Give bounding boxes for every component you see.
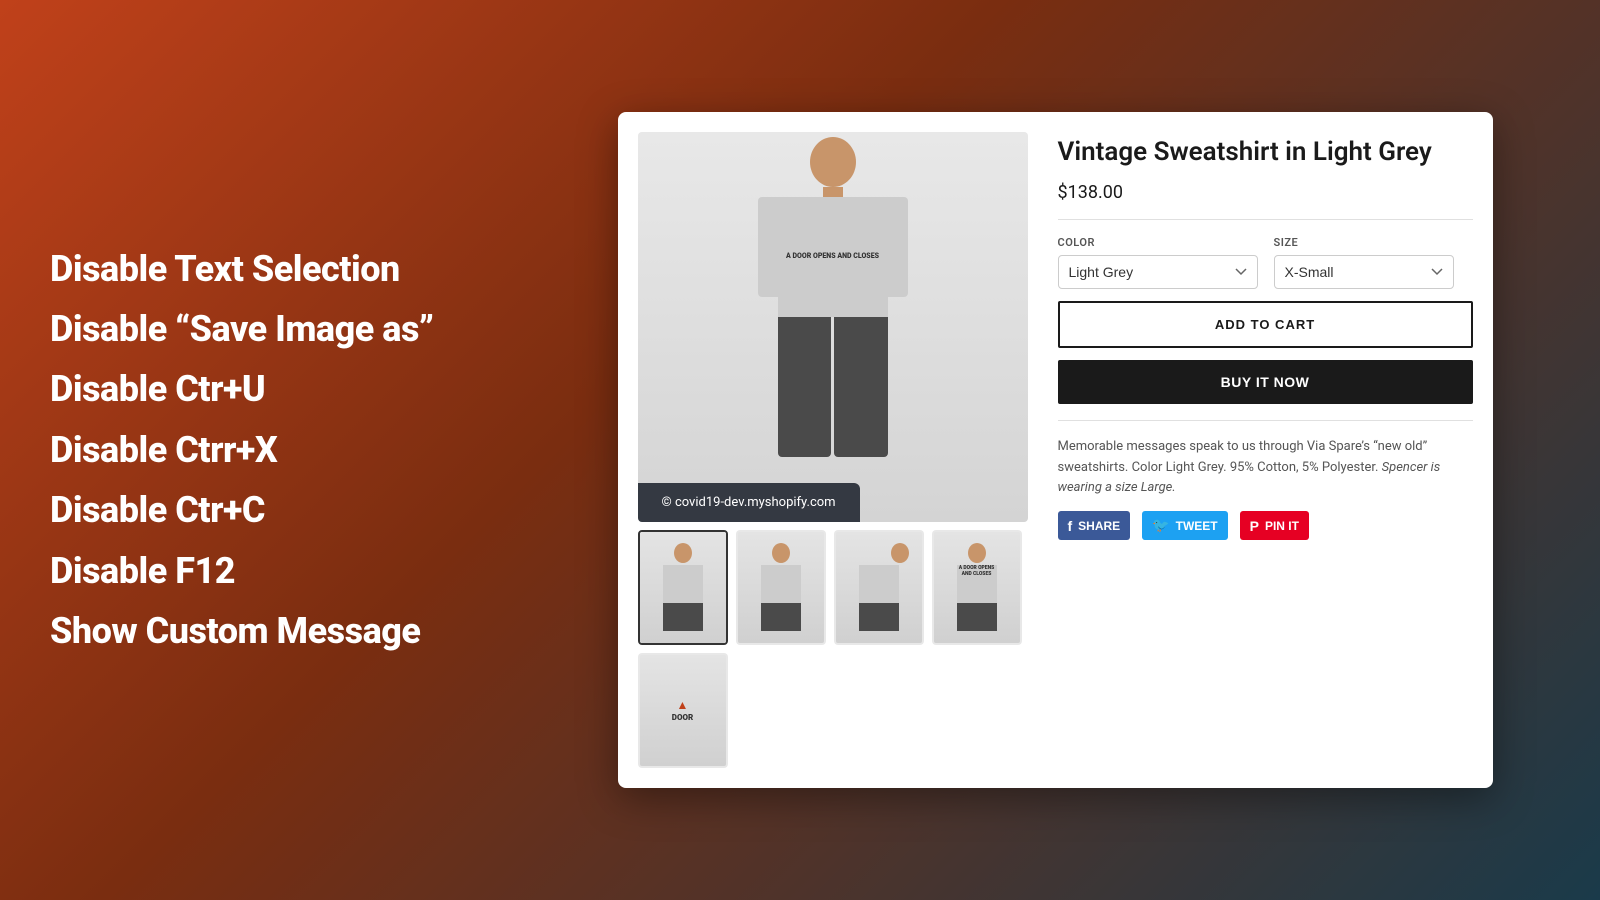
product-info-col: Vintage Sweatshirt in Light Grey $138.00… (1058, 132, 1473, 768)
thumb-fig-4: A DOOR OPENS AND CLOSES (947, 543, 1007, 633)
social-share: f SHARE 🐦 TWEET P PIN IT (1058, 511, 1473, 540)
share-facebook-button[interactable]: f SHARE (1058, 511, 1131, 540)
twitter-icon: 🐦 (1152, 517, 1169, 534)
figure-pants (778, 317, 888, 457)
product-page: A DOOR OPENS AND CLOSES (618, 112, 1493, 788)
feature-item: Disable Text Selection (50, 244, 470, 294)
add-to-cart-button[interactable]: ADD TO CART (1058, 301, 1473, 348)
color-label: COLOR (1058, 236, 1258, 249)
th-pants-2 (761, 603, 801, 631)
th-text-4: A DOOR OPENS AND CLOSES (957, 565, 997, 577)
share-pinterest-label: PIN IT (1265, 519, 1299, 533)
thumb-3-inner (836, 532, 922, 643)
th-body-1 (663, 565, 703, 603)
color-option-group: COLOR Light GreyDark GreyNavyBlack (1058, 236, 1258, 289)
facebook-icon: f (1068, 518, 1073, 534)
th-pants-1 (663, 603, 703, 631)
product-description: Memorable messages speak to us through V… (1058, 437, 1473, 499)
thumb-fig-1 (653, 543, 713, 633)
options-row: COLOR Light GreyDark GreyNavyBlack SIZE … (1058, 236, 1473, 289)
shirt-text: A DOOR OPENS AND CLOSES (786, 252, 879, 262)
size-select[interactable]: X-SmallSmallMediumLargeX-Large (1274, 255, 1454, 289)
figure-pant-left (778, 317, 832, 457)
share-facebook-label: SHARE (1078, 519, 1120, 533)
figure-neck (823, 187, 843, 197)
thumbnail-3[interactable] (834, 530, 924, 645)
feature-item: Disable “Save Image as” (50, 304, 470, 354)
right-panel: A DOOR OPENS AND CLOSES (520, 0, 1600, 900)
th-body-3 (859, 565, 899, 603)
figure-head (810, 137, 856, 187)
thumb-1-inner (640, 532, 726, 643)
feature-item: Disable Ctr+C (50, 485, 470, 535)
size-label: SIZE (1274, 236, 1454, 249)
product-images-col: A DOOR OPENS AND CLOSES (638, 132, 1028, 768)
thumbnail-2[interactable] (736, 530, 826, 645)
thumb-5-inner: ▲DOOR (640, 655, 726, 766)
share-twitter-label: TWEET (1176, 519, 1218, 533)
product-figure: A DOOR OPENS AND CLOSES (743, 137, 923, 517)
th-head-2 (772, 543, 790, 563)
thumbnail-4[interactable]: A DOOR OPENS AND CLOSES (932, 530, 1022, 645)
product-title: Vintage Sweatshirt in Light Grey (1058, 136, 1473, 170)
thumbnail-1[interactable] (638, 530, 728, 645)
th-pants-4 (957, 603, 997, 631)
th-body-4: A DOOR OPENS AND CLOSES (957, 565, 997, 603)
thumb-text-5: ▲DOOR (672, 698, 693, 724)
thumbnail-row-2: ▲DOOR (638, 653, 1028, 768)
th-body-2 (761, 565, 801, 603)
thumb-fig-2 (751, 543, 811, 633)
color-select[interactable]: Light GreyDark GreyNavyBlack (1058, 255, 1258, 289)
copyright-text: © covid19-dev.myshopify.com (662, 495, 836, 510)
thumb-4-inner: A DOOR OPENS AND CLOSES (934, 532, 1020, 643)
main-product-image: A DOOR OPENS AND CLOSES (638, 132, 1028, 522)
th-head-1 (674, 543, 692, 563)
browser-window: A DOOR OPENS AND CLOSES (618, 112, 1493, 788)
copyright-overlay: © covid19-dev.myshopify.com (638, 483, 860, 522)
feature-item: Disable Ctr+U (50, 364, 470, 414)
product-price: $138.00 (1058, 182, 1473, 203)
product-main: A DOOR OPENS AND CLOSES (638, 132, 1473, 768)
thumb-2-inner (738, 532, 824, 643)
thumbnail-row-1: A DOOR OPENS AND CLOSES (638, 530, 1028, 645)
share-pinterest-button[interactable]: P PIN IT (1240, 511, 1309, 540)
description-text: Memorable messages speak to us through V… (1058, 439, 1428, 475)
divider-1 (1058, 219, 1473, 220)
size-option-group: SIZE X-SmallSmallMediumLargeX-Large (1274, 236, 1454, 289)
figure-pant-right (834, 317, 888, 457)
figure-shirt: A DOOR OPENS AND CLOSES (778, 197, 888, 317)
thumb-fig-3 (849, 543, 909, 633)
feature-item: Disable Ctrr+X (50, 425, 470, 475)
main-image-inner: A DOOR OPENS AND CLOSES (638, 132, 1028, 522)
divider-2 (1058, 420, 1473, 421)
buy-now-button[interactable]: BUY IT NOW (1058, 360, 1473, 404)
thumbnail-5[interactable]: ▲DOOR (638, 653, 728, 768)
share-twitter-button[interactable]: 🐦 TWEET (1142, 511, 1227, 540)
th-head-3 (891, 543, 909, 563)
left-panel: Disable Text Selection Disable “Save Imag… (0, 0, 520, 900)
feature-item: Disable F12 (50, 546, 470, 596)
feature-item: Show Custom Message (50, 606, 470, 656)
pinterest-icon: P (1250, 518, 1259, 534)
figure-upper: A DOOR OPENS AND CLOSES (758, 197, 908, 317)
th-head-4 (968, 543, 986, 563)
th-pants-3 (859, 603, 899, 631)
